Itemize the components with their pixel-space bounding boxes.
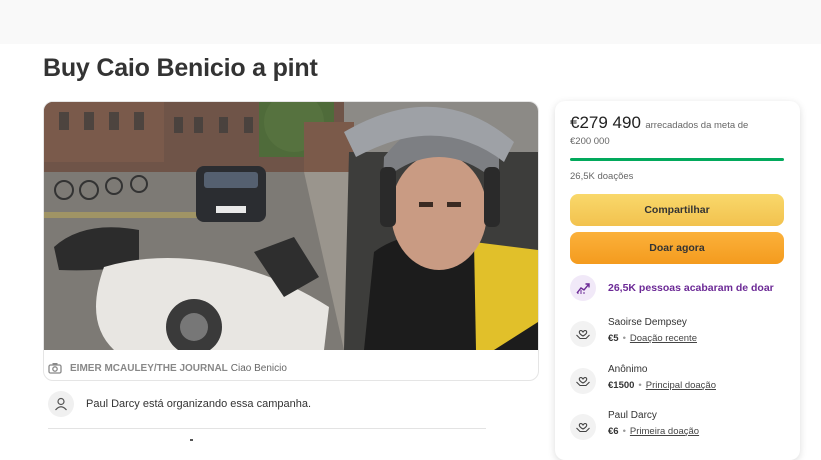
donor-row: Saoirse Dempsey €5 • Doação recente: [570, 317, 790, 351]
page-title: Buy Caio Benicio a pint: [43, 54, 318, 82]
donor-avatar: [570, 414, 596, 440]
user-icon: [55, 397, 67, 411]
trend-icon-badge: [570, 275, 596, 301]
trend-up-icon: [576, 283, 590, 294]
donor-row: Anônimo €1500 • Principal doação: [570, 364, 790, 398]
heart-hands-icon: [576, 330, 590, 340]
heart-hands-icon: [576, 423, 590, 433]
content-divider: [48, 428, 486, 429]
meta-separator: •: [638, 380, 642, 391]
donor-meta: €5 • Doação recente: [608, 333, 697, 344]
donor-amount: €6: [608, 426, 619, 437]
donor-amount: €1500: [608, 380, 635, 391]
donate-now-button[interactable]: Doar agora: [570, 232, 784, 264]
donations-count: 26,5K doações: [570, 171, 634, 182]
donor-avatar: [570, 321, 596, 347]
share-button[interactable]: Compartilhar: [570, 194, 784, 226]
donor-meta: €6 • Primeira doação: [608, 426, 699, 437]
photo-caption: EIMER MCAULEY/THE JOURNAL Ciao Benicio: [48, 360, 287, 376]
raised-amount: €279 490: [570, 113, 641, 132]
photo-credit: EIMER MCAULEY/THE JOURNAL: [70, 362, 228, 374]
organizer-text: Paul Darcy está organizando essa campanh…: [86, 398, 312, 410]
photo-caption-text: Ciao Benicio: [230, 362, 287, 374]
donor-meta: €1500 • Principal doação: [608, 380, 716, 391]
campaign-photo-card: EIMER MCAULEY/THE JOURNAL Ciao Benicio: [43, 101, 539, 381]
donor-name: Anônimo: [608, 364, 648, 375]
donor-avatar: [570, 368, 596, 394]
donor-tag-link[interactable]: Principal doação: [646, 380, 716, 391]
raised-summary: €279 490 arrecadados da meta de €200 000: [570, 113, 790, 149]
campaign-photo[interactable]: [44, 102, 538, 350]
donor-name: Paul Darcy: [608, 410, 657, 421]
donor-name: Saoirse Dempsey: [608, 317, 687, 328]
donor-tag-link[interactable]: Primeira doação: [630, 426, 699, 437]
donor-tag-link[interactable]: Doação recente: [630, 333, 697, 344]
recent-donations-banner: 26,5K pessoas acabaram de doar: [570, 275, 790, 301]
recent-donations-text: 26,5K pessoas acabaram de doar: [608, 282, 774, 294]
donor-amount: €5: [608, 333, 619, 344]
camera-icon: [48, 363, 62, 374]
organizer-avatar: [48, 391, 74, 417]
heart-hands-icon: [576, 377, 590, 387]
raised-label: arrecadados da meta de: [645, 120, 749, 131]
content-divider-mark: [190, 439, 193, 441]
organizer-row: Paul Darcy está organizando essa campanh…: [48, 391, 528, 417]
meta-separator: •: [622, 333, 626, 344]
top-navigation-bar: [0, 0, 821, 44]
goal-amount: €200 000: [570, 136, 610, 147]
donor-row: Paul Darcy €6 • Primeira doação: [570, 410, 790, 444]
donation-sidebar: €279 490 arrecadados da meta de €200 000…: [555, 101, 800, 460]
progress-bar-fill: [570, 158, 784, 161]
meta-separator: •: [622, 426, 626, 437]
progress-bar: [570, 158, 784, 161]
